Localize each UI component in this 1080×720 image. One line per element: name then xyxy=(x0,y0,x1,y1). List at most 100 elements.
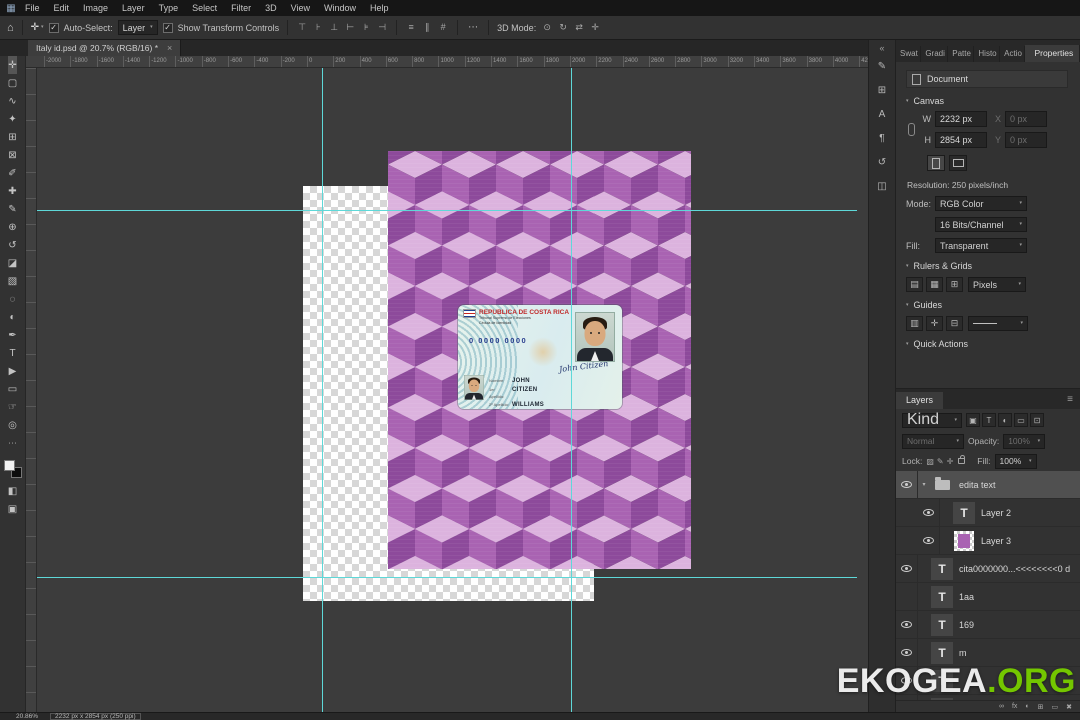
3d-orbit-icon[interactable]: ⊙ xyxy=(541,22,553,33)
brush-settings-panel-icon[interactable]: ✎ xyxy=(878,61,886,72)
new-group-icon[interactable]: ⊞ xyxy=(1038,703,1044,711)
layer-thumbnail[interactable] xyxy=(953,530,975,552)
healing-brush-tool[interactable]: ✚ xyxy=(8,182,17,200)
panel-menu-icon[interactable]: ≡ xyxy=(1067,394,1080,405)
layer-name[interactable]: 169 xyxy=(959,620,974,630)
document-tab[interactable]: Italy id.psd @ 20.7% (RGB/16) * × xyxy=(28,40,182,56)
canvas-x-field[interactable]: 0 px xyxy=(1005,111,1047,127)
filter-adjustment-layers-icon[interactable]: ◐ xyxy=(998,413,1012,427)
filter-smart-objects-icon[interactable]: ⊡ xyxy=(1030,413,1044,427)
fill-dropdown[interactable]: 100% ▾ xyxy=(994,453,1037,469)
vertical-guide[interactable] xyxy=(322,68,323,712)
eraser-tool[interactable]: ◪ xyxy=(8,254,17,272)
layer-mask-icon[interactable]: ◐ xyxy=(1025,703,1029,710)
visibility-toggle[interactable] xyxy=(918,499,940,526)
layer-name[interactable]: Layer 2 xyxy=(981,508,1011,518)
quick-selection-tool[interactable]: ✦ xyxy=(8,110,17,128)
distribute-vertical-icon[interactable]: ≡ xyxy=(405,22,417,33)
info-panel-icon[interactable]: ◫ xyxy=(877,181,886,192)
panel-tab[interactable]: Swat xyxy=(896,46,922,62)
layer-thumbnail[interactable]: T xyxy=(931,641,953,664)
home-icon[interactable]: ⌂ xyxy=(7,22,14,34)
lock-position-icon[interactable]: ✛ xyxy=(947,457,954,466)
layer-thumbnail[interactable]: T xyxy=(931,557,953,580)
panel-tab[interactable]: Gradi xyxy=(921,46,949,62)
blur-tool[interactable]: ◌ xyxy=(8,290,17,308)
portrait-orientation-button[interactable] xyxy=(927,155,945,171)
layer-row[interactable]: T 1aa xyxy=(896,583,1080,611)
edit-toolbar-button[interactable]: ⋯ xyxy=(8,434,17,452)
menu-item[interactable]: View xyxy=(284,0,317,16)
canvas-height-field[interactable]: 2854 px xyxy=(935,132,987,148)
clone-stamp-tool[interactable]: ⊕ xyxy=(8,218,17,236)
canvas-area[interactable]: REPUBLICA DE COSTA RICA Tribunal Supremo… xyxy=(26,68,868,712)
landscape-orientation-button[interactable] xyxy=(949,155,967,171)
shape-tool[interactable]: ▭ xyxy=(8,380,17,398)
lock-transparency-icon[interactable]: ▨ xyxy=(926,457,934,466)
auto-select-checkbox[interactable]: ✓ xyxy=(48,22,59,33)
guide-style-dropdown[interactable]: ▾ xyxy=(968,316,1028,331)
blend-mode-dropdown[interactable]: Normal ▾ xyxy=(902,433,964,449)
color-mode-dropdown[interactable]: RGB Color ▾ xyxy=(935,196,1027,211)
color-swatches[interactable] xyxy=(3,460,22,478)
document-properties-row[interactable]: Document xyxy=(906,70,1068,88)
layer-row[interactable]: T 169 xyxy=(896,611,1080,639)
canvas-width-field[interactable]: 2232 px xyxy=(935,111,987,127)
history-panel-icon[interactable]: ↺ xyxy=(878,157,886,168)
units-dropdown[interactable]: Pixels ▾ xyxy=(968,277,1026,292)
panel-tab[interactable]: Properties xyxy=(1025,45,1080,62)
canvas-section-header[interactable]: ▾ Canvas xyxy=(906,96,1068,106)
align-horizontal-centers-icon[interactable]: ⊧ xyxy=(360,22,372,33)
lasso-tool[interactable]: ∿ xyxy=(8,92,17,110)
panel-tab[interactable]: Histo xyxy=(974,46,1001,62)
horizontal-guide[interactable] xyxy=(37,210,857,211)
align-right-edges-icon[interactable]: ⊣ xyxy=(376,22,388,33)
vertical-ruler[interactable] xyxy=(26,68,37,712)
crop-tool[interactable]: ⊞ xyxy=(8,128,17,146)
opacity-dropdown[interactable]: 100% ▾ xyxy=(1003,433,1046,449)
link-layers-icon[interactable]: ∞ xyxy=(999,703,1004,710)
move-tool[interactable]: ✛ xyxy=(7,56,18,74)
vertical-guide[interactable] xyxy=(571,68,572,712)
align-top-edges-icon[interactable]: ⊤ xyxy=(296,22,308,33)
screen-mode-button[interactable]: ▣ xyxy=(0,500,25,518)
distribute-spacing-icon[interactable]: # xyxy=(437,22,449,33)
3d-roll-icon[interactable]: ↻ xyxy=(557,22,569,33)
guide-layout-icon[interactable]: ✛ xyxy=(926,316,943,331)
character-panel-icon[interactable]: A xyxy=(879,109,886,120)
id-card[interactable]: REPUBLICA DE COSTA RICA Tribunal Supremo… xyxy=(458,305,622,409)
current-tool-icon[interactable]: ✛ ▾ xyxy=(31,22,44,33)
path-selection-tool[interactable]: ▶ xyxy=(8,362,17,380)
brush-tool[interactable]: ✎ xyxy=(8,200,17,218)
menu-item[interactable]: 3D xyxy=(258,0,284,16)
bit-depth-dropdown[interactable]: 16 Bits/Channel ▾ xyxy=(935,217,1027,232)
document-size-info[interactable]: 2232 px x 2854 px (250 ppi) xyxy=(50,713,141,720)
snap-toggle-icon[interactable]: ⊞ xyxy=(946,277,963,292)
layer-row[interactable]: ▾ edita text xyxy=(896,471,1080,499)
layer-effects-icon[interactable]: fx xyxy=(1012,703,1017,710)
paragraph-panel-icon[interactable]: ¶ xyxy=(879,133,884,144)
distribute-horizontal-icon[interactable]: ∥ xyxy=(421,22,433,33)
layer-thumbnail[interactable] xyxy=(931,474,953,496)
layer-thumbnail[interactable]: T xyxy=(931,585,953,608)
3d-pan-icon[interactable]: ⇄ xyxy=(573,22,585,33)
delete-layer-icon[interactable]: ✖ xyxy=(1066,703,1072,711)
horizontal-guide[interactable] xyxy=(37,577,857,578)
layer-name[interactable]: m xyxy=(959,648,967,658)
canvas-fill-dropdown[interactable]: Transparent ▾ xyxy=(935,238,1027,253)
rulers-grids-section-header[interactable]: ▾ Rulers & Grids xyxy=(906,261,1068,271)
visibility-toggle[interactable] xyxy=(918,527,940,554)
visibility-toggle[interactable] xyxy=(896,471,918,498)
panel-tab[interactable]: Patte xyxy=(948,46,975,62)
menu-item[interactable]: Filter xyxy=(224,0,258,16)
lock-all-icon[interactable] xyxy=(958,455,966,464)
align-bottom-edges-icon[interactable]: ⊥ xyxy=(328,22,340,33)
lock-pixels-icon[interactable]: ✎ xyxy=(937,457,944,466)
filter-shape-layers-icon[interactable]: ▭ xyxy=(1014,413,1028,427)
more-options-button[interactable]: ⋯ xyxy=(466,22,480,33)
zoom-tool[interactable]: ◎ xyxy=(8,416,17,434)
menu-item[interactable]: Layer xyxy=(115,0,152,16)
rulers-toggle-icon[interactable]: ▤ xyxy=(906,277,923,292)
show-transform-checkbox[interactable]: ✓ xyxy=(162,22,173,33)
marquee-tool[interactable]: ▢ xyxy=(8,74,17,92)
